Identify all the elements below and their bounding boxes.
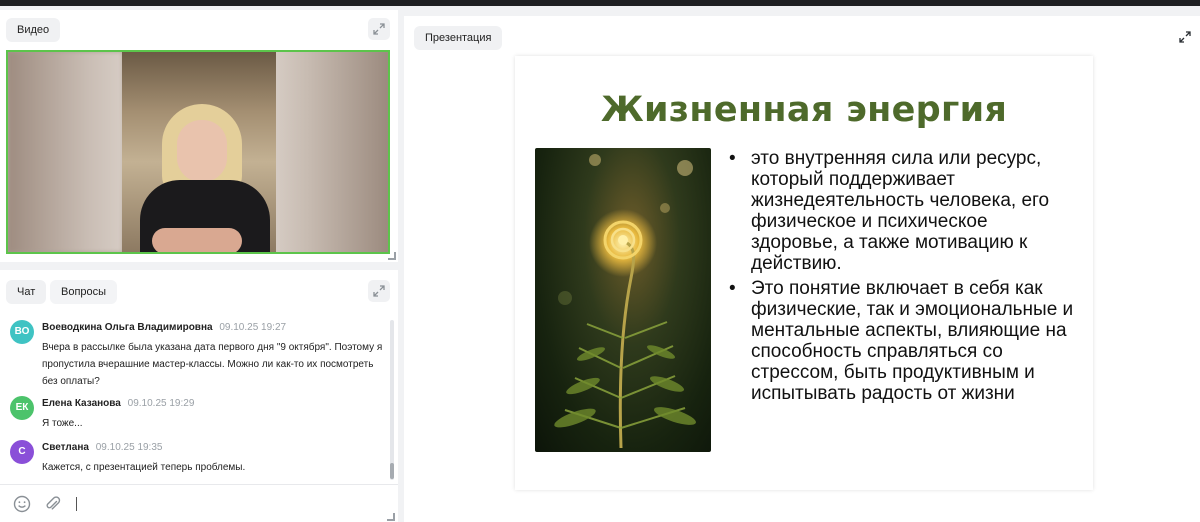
- chat-message: ЕК Елена Казанова 09.10.25 19:29 Я тоже.…: [10, 396, 388, 436]
- expand-icon: [373, 23, 385, 35]
- video-stream[interactable]: [6, 50, 390, 254]
- speaker-face: [177, 120, 227, 182]
- message-header: Воеводкина Ольга Владимировна 09.10.25 1…: [42, 322, 286, 333]
- chat-message-list[interactable]: ВО Воеводкина Ольга Владимировна 09.10.2…: [0, 314, 392, 482]
- text-cursor: [76, 497, 77, 511]
- fern-illustration: [554, 154, 697, 449]
- video-panel: Видео: [0, 10, 398, 262]
- top-bar: [0, 0, 1200, 6]
- chat-message: С Светлана 09.10.25 19:35 Кажется, с пре…: [10, 440, 388, 480]
- expand-icon: [373, 285, 385, 297]
- smile-icon[interactable]: [13, 495, 31, 513]
- expand-icon: [1179, 31, 1191, 43]
- video-blur-left: [8, 52, 122, 252]
- chat-message: ВО Воеводкина Ольга Владимировна 09.10.2…: [10, 320, 388, 390]
- presentation-slide: Жизненная энергия • это внутренняя сила …: [515, 56, 1093, 490]
- message-time: 09.10.25 19:27: [219, 322, 287, 333]
- tab-questions[interactable]: Вопросы: [50, 280, 118, 304]
- message-author[interactable]: Воеводкина Ольга Владимировна: [42, 322, 213, 333]
- presentation-tab[interactable]: Презентация: [414, 26, 503, 50]
- message-text: Я тоже...: [42, 418, 83, 429]
- message-time: 09.10.25 19:35: [95, 442, 163, 453]
- paperclip-icon[interactable]: [44, 495, 62, 513]
- message-text: Кажется, с презентацией теперь проблемы.: [42, 462, 246, 473]
- message-header: Светлана 09.10.25 19:35: [42, 442, 162, 453]
- avatar: ВО: [10, 320, 34, 344]
- chat-message-input[interactable]: [80, 493, 380, 515]
- presentation-expand-button[interactable]: [1174, 26, 1196, 48]
- chat-resize-handle[interactable]: [387, 513, 395, 521]
- slide-bullet-list: это внутренняя сила или ресурс, который …: [729, 148, 1079, 408]
- video-expand-button[interactable]: [368, 18, 390, 40]
- slide-bullet: Это понятие включает в себя как физическ…: [729, 278, 1079, 404]
- slide-bullet: это внутренняя сила или ресурс, который …: [729, 148, 1079, 274]
- message-author[interactable]: Светлана: [42, 442, 89, 453]
- message-text: Вчера в рассылке была указана дата перво…: [42, 342, 383, 387]
- fern-spiral-image: [535, 148, 711, 452]
- presentation-panel: Презентация Жизненная энергия • это внут…: [404, 16, 1200, 522]
- message-time: 09.10.25 19:29: [127, 398, 195, 409]
- chat-scrollbar-track[interactable]: [390, 320, 394, 480]
- video-blur-right: [274, 52, 388, 252]
- avatar: С: [10, 440, 34, 464]
- chat-expand-button[interactable]: [368, 280, 390, 302]
- avatar: ЕК: [10, 396, 34, 420]
- chat-scrollbar-thumb[interactable]: [390, 463, 394, 479]
- video-resize-handle[interactable]: [388, 252, 396, 260]
- tab-chat[interactable]: Чат: [6, 280, 47, 304]
- message-header: Елена Казанова 09.10.25 19:29: [42, 398, 194, 409]
- slide-title: Жизненная энергия: [600, 90, 1008, 130]
- video-tab[interactable]: Видео: [6, 18, 61, 42]
- chat-composer: [0, 484, 398, 522]
- speaker-hands: [152, 228, 242, 252]
- speaker-video: [122, 52, 276, 252]
- message-author[interactable]: Елена Казанова: [42, 398, 121, 409]
